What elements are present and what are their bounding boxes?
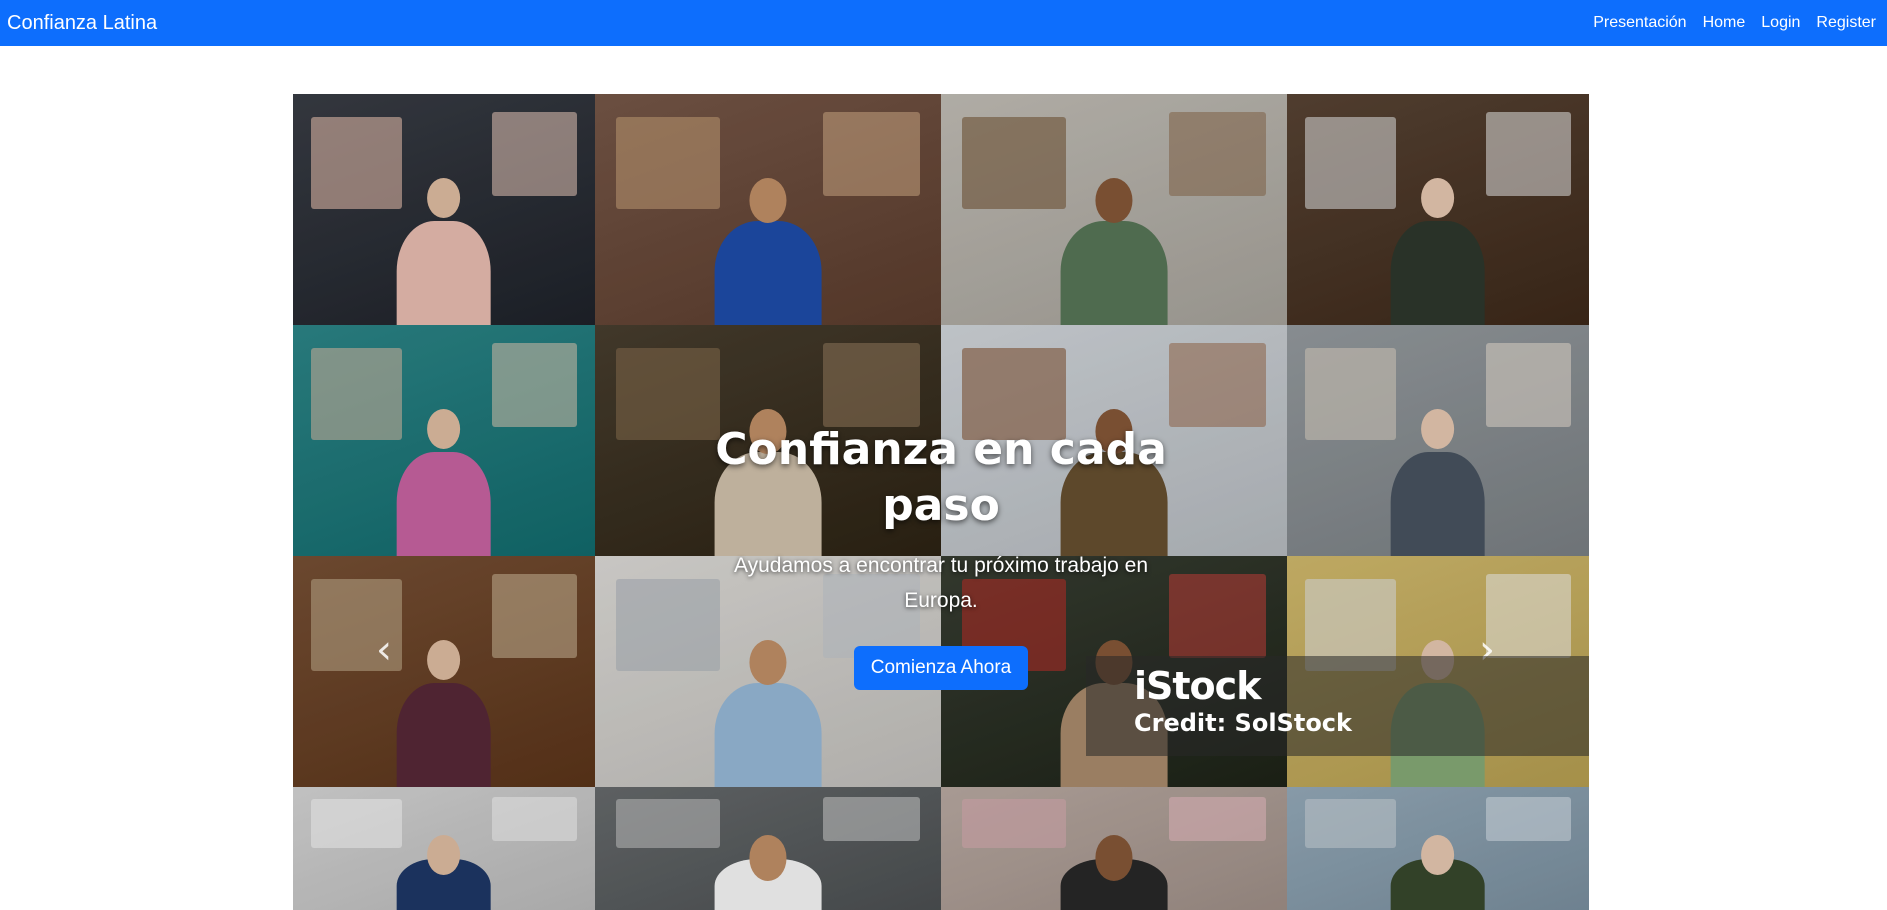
hero-carousel: Confianza en cada paso Ayudamos a encont… [293,94,1589,910]
istock-logo: iStock [1134,664,1261,708]
carousel-prev-button[interactable]: ‹ [364,614,404,686]
hero-subtitle: Ayudamos a encontrar tu próximo trabajo … [733,554,1148,612]
nav-link-login[interactable]: Login [1761,14,1800,32]
chevron-left-icon: ‹ [376,627,392,673]
nav-link-presentacion[interactable]: Presentación [1593,14,1686,32]
nav-link-register[interactable]: Register [1816,14,1876,32]
istock-watermark: iStock Credit: SolStock [1086,656,1589,756]
hero-caption: Confianza en cada paso Ayudamos a encont… [699,422,1183,690]
istock-credit: Credit: SolStock [1134,709,1352,737]
nav-links: Presentación Home Login Register [1593,14,1880,32]
brand-link[interactable]: Confianza Latina [7,12,157,35]
start-now-button[interactable]: Comienza Ahora [853,646,1029,690]
nav-link-home[interactable]: Home [1703,14,1746,32]
hero-title: Confianza en cada paso [715,424,1167,531]
top-navbar: Confianza Latina Presentación Home Login… [0,0,1887,46]
